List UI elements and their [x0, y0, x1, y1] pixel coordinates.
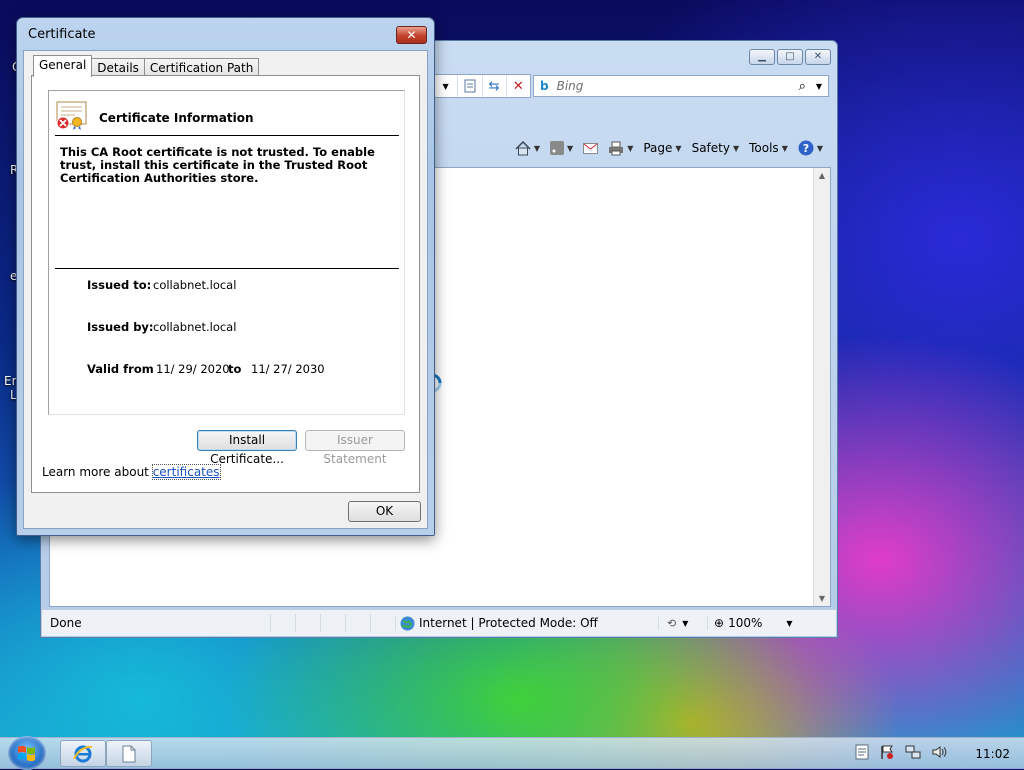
close-button[interactable]: ✕ — [805, 49, 831, 65]
certificate-info-box: Certificate Information This CA Root cer… — [48, 90, 405, 415]
system-tray: 11:02 — [855, 744, 1010, 763]
valid-to-label: to — [228, 362, 242, 376]
windows-logo-icon — [18, 745, 35, 762]
ok-button[interactable]: OK — [348, 501, 421, 522]
page-menu[interactable]: Page ▼ — [643, 141, 681, 155]
tab-strip: General Details Certification Path — [33, 55, 260, 77]
volume-icon[interactable] — [931, 744, 947, 763]
bing-logo-icon: b — [540, 79, 549, 93]
zoom-icon: ⊕ — [714, 616, 725, 630]
trust-warning-text: This CA Root certificate is not trusted.… — [60, 145, 375, 185]
issued-by-label: Issued by: — [87, 320, 154, 334]
valid-from-label: Valid from — [87, 362, 154, 376]
status-text: Done — [50, 616, 82, 630]
search-icon[interactable]: ⌕ — [799, 79, 806, 94]
flag-icon[interactable] — [879, 744, 895, 763]
mail-button[interactable] — [583, 142, 599, 154]
status-divider — [345, 614, 370, 632]
general-tab-panel: Certificate Information This CA Root cer… — [31, 75, 420, 493]
globe-icon — [400, 616, 415, 630]
feeds-button[interactable]: ▼ — [550, 141, 573, 155]
popup-blocker-button[interactable]: ⟲ ▼ — [658, 616, 707, 630]
network-icon[interactable] — [905, 744, 921, 763]
print-button[interactable]: ▼ — [608, 141, 633, 156]
minimize-button[interactable]: ▁ — [749, 49, 775, 65]
taskbar-document[interactable] — [106, 740, 152, 767]
certificate-information-heading: Certificate Information — [99, 111, 254, 125]
command-bar: ▼ ▼ ▼ Page ▼ Safety ▼ Tools ▼ ? ▼ — [433, 133, 829, 163]
safety-menu[interactable]: Safety ▼ — [692, 141, 740, 155]
home-icon — [515, 140, 531, 155]
scroll-down-icon[interactable]: ▼ — [814, 594, 830, 603]
issued-by-value[interactable]: collabnet.local — [153, 320, 236, 334]
issuer-statement-button[interactable]: Issuer Statement — [305, 430, 405, 466]
status-divider — [370, 614, 395, 632]
maximize-button[interactable]: □ — [777, 49, 803, 65]
document-icon — [122, 745, 136, 762]
address-bar[interactable]: ▼ ⇆ ✕ — [433, 74, 531, 98]
learn-more-text: Learn more about certificates — [42, 464, 221, 480]
zoom-button[interactable]: ⊕ 100% ▼ — [707, 616, 793, 630]
search-options-icon[interactable]: ▼ — [816, 82, 822, 91]
dialog-body: General Details Certification Path Certi… — [23, 50, 428, 529]
certificates-link[interactable]: certificates — [151, 464, 221, 480]
certificate-untrusted-icon — [56, 101, 87, 130]
divider — [55, 268, 399, 269]
issued-to-label: Issued to: — [87, 278, 152, 292]
learn-more-prefix: Learn more about — [42, 465, 149, 479]
clock[interactable]: 11:02 — [975, 747, 1010, 761]
scroll-up-icon[interactable]: ▲ — [814, 171, 830, 180]
status-divider — [270, 614, 295, 632]
divider — [55, 135, 399, 136]
status-divider — [295, 614, 320, 632]
install-certificate-button[interactable]: Install Certificate... — [197, 430, 297, 466]
tab-general[interactable]: General — [33, 55, 93, 77]
dialog-title: Certificate — [28, 27, 96, 42]
issued-to-value[interactable]: collabnet.local — [153, 278, 236, 292]
search-input[interactable]: Bing — [557, 79, 799, 93]
taskbar-internet-explorer[interactable] — [60, 740, 106, 767]
valid-to-value[interactable]: 11/ 27/ 2030 — [251, 362, 325, 376]
vertical-scrollbar[interactable]: ▲ ▼ — [813, 168, 830, 606]
address-dropdown-icon[interactable]: ▼ — [434, 75, 459, 97]
tools-menu[interactable]: Tools ▼ — [749, 141, 788, 155]
certificate-dialog: Certificate ✕ General Details Certificat… — [16, 17, 435, 536]
taskbar: 11:02 — [0, 736, 1024, 770]
status-divider — [320, 614, 345, 632]
dialog-close-button[interactable]: ✕ — [396, 26, 427, 44]
svg-text:?: ? — [803, 142, 809, 155]
print-icon — [609, 141, 624, 155]
popup-icon: ⟲ — [667, 616, 677, 630]
status-bar: Done Internet | Protected Mode: Off ⟲ ▼ ⊕… — [42, 609, 836, 636]
window-controls: ▁ □ ✕ — [749, 49, 831, 65]
internet-explorer-icon — [73, 745, 93, 762]
search-box[interactable]: b Bing ⌕ ▼ — [533, 75, 829, 97]
zone-indicator[interactable]: Internet | Protected Mode: Off — [395, 615, 658, 631]
refresh-icon[interactable]: ⇆ — [483, 75, 507, 97]
start-button[interactable] — [8, 736, 46, 770]
valid-from-value[interactable]: 11/ 29/ 2020 — [156, 362, 230, 376]
action-center-icon[interactable] — [855, 744, 869, 763]
feeds-icon — [550, 141, 565, 155]
compatibility-view-icon[interactable] — [458, 75, 483, 97]
stop-icon[interactable]: ✕ — [507, 75, 530, 97]
home-button[interactable]: ▼ — [515, 140, 540, 156]
mail-icon — [583, 142, 599, 154]
help-button[interactable]: ? ▼ — [798, 140, 823, 156]
help-icon: ? — [798, 140, 814, 156]
